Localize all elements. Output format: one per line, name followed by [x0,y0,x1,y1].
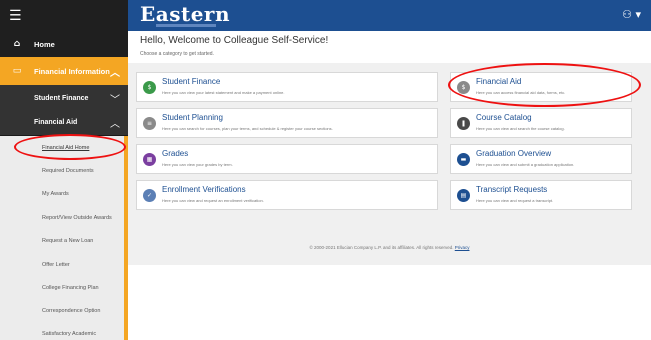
highlight-ellipse [14,134,126,160]
card-grades[interactable]: ▦ Grades Here you can view your grades b… [136,144,438,174]
logo-tagline-bar [156,24,216,27]
checkmark-icon: ✓ [143,189,156,202]
home-icon: ⌂ [13,39,21,49]
card-enrollment-verifications[interactable]: ✓ Enrollment Verifications Here you can … [136,180,438,210]
chevron-up-icon: ︿ [110,118,120,130]
grades-icon: ▦ [143,153,156,166]
highlight-ellipse [448,63,641,107]
card-title: Graduation Overview [476,149,552,158]
planning-icon: ≡ [143,117,156,130]
card-description: Here you can view your latest statement … [162,90,285,95]
card-student-planning[interactable]: ≡ Student Planning Here you can search f… [136,108,438,138]
sidebar-link-required-documents[interactable]: Required Documents [0,159,124,183]
hamburger-icon: ☰ [9,7,22,24]
money-icon: ▭ [12,66,22,76]
card-course-catalog[interactable]: ❚ Course Catalog Here you can view and s… [450,108,632,138]
page-subtitle: Choose a category to get started. [140,51,214,57]
book-icon: ❚ [457,117,470,130]
card-graduation-overview[interactable]: ▬ Graduation Overview Here you can view … [450,144,632,174]
card-transcript-requests[interactable]: ▤ Transcript Requests Here you can view … [450,180,632,210]
sidebar: ☰ ⌂ Home ▭ Financial Information ︿ Stude… [0,0,128,340]
menu-button[interactable]: ☰ [0,0,128,31]
card-title: Grades [162,149,189,158]
sidebar-link-satisfactory-academic[interactable]: Satisfactory Academic [0,322,124,340]
sidebar-link-college-financing-plan[interactable]: College Financing Plan [0,276,124,300]
sidebar-item-student-finance[interactable]: Student Finance ﹀ [0,85,128,112]
footer: © 2000-2021 Ellucian Company L.P. and it… [128,245,651,250]
sidebar-item-label: Student Finance [34,94,89,102]
sidebar-item-label: Home [34,39,55,49]
user-icon[interactable]: ⚇ ▾ [622,8,641,21]
sidebar-link-correspondence-option[interactable]: Correspondence Option [0,299,124,323]
top-bar: Eastern ⚇ ▾ [128,0,651,31]
financial-aid-submenu: Financial Aid Home Required Documents My… [0,136,128,340]
sidebar-link-new-loan[interactable]: Request a New Loan [0,229,124,253]
chevron-up-icon: ︿ [110,68,120,79]
card-description: Here you can view and request a transcri… [476,198,554,203]
sidebar-item-financial-information[interactable]: ▭ Financial Information ︿ [0,57,128,85]
graduation-cap-icon: ▬ [457,153,470,166]
dollar-icon: $ [143,81,156,94]
transcript-icon: ▤ [457,189,470,202]
sidebar-item-label: Financial Aid [34,118,78,126]
card-description: Here you can view your grades by term. [162,162,233,167]
app-window: ☰ ⌂ Home ▭ Financial Information ︿ Stude… [0,0,651,340]
card-title: Enrollment Verifications [162,185,246,194]
privacy-link[interactable]: Privacy [455,245,470,250]
eastern-logo[interactable]: Eastern [140,2,230,26]
card-description: Here you can view and request an enrollm… [162,198,264,203]
card-description: Here you can search for courses, plan yo… [162,126,333,131]
card-student-finance[interactable]: $ Student Finance Here you can view your… [136,72,438,102]
card-description: Here you can view and submit a graduatio… [476,162,575,167]
sidebar-link-outside-awards[interactable]: Report/View Outside Awards [0,206,124,230]
card-description: Here you can view and search the course … [476,126,565,131]
card-title: Course Catalog [476,113,532,122]
sidebar-item-home[interactable]: ⌂ Home [0,31,128,57]
page-title: Hello, Welcome to Colleague Self-Service… [140,35,329,46]
card-title: Transcript Requests [476,185,548,194]
card-title: Student Finance [162,77,221,86]
copyright-text: © 2000-2021 Ellucian Company L.P. and it… [309,245,454,250]
card-title: Student Planning [162,113,223,122]
sidebar-link-offer-letter[interactable]: Offer Letter [0,253,124,277]
chevron-down-icon: ﹀ [110,94,120,106]
sidebar-item-label: Financial Information [34,66,110,76]
sidebar-item-financial-aid[interactable]: Financial Aid ︿ [0,109,128,136]
sidebar-link-my-awards[interactable]: My Awards [0,182,124,206]
